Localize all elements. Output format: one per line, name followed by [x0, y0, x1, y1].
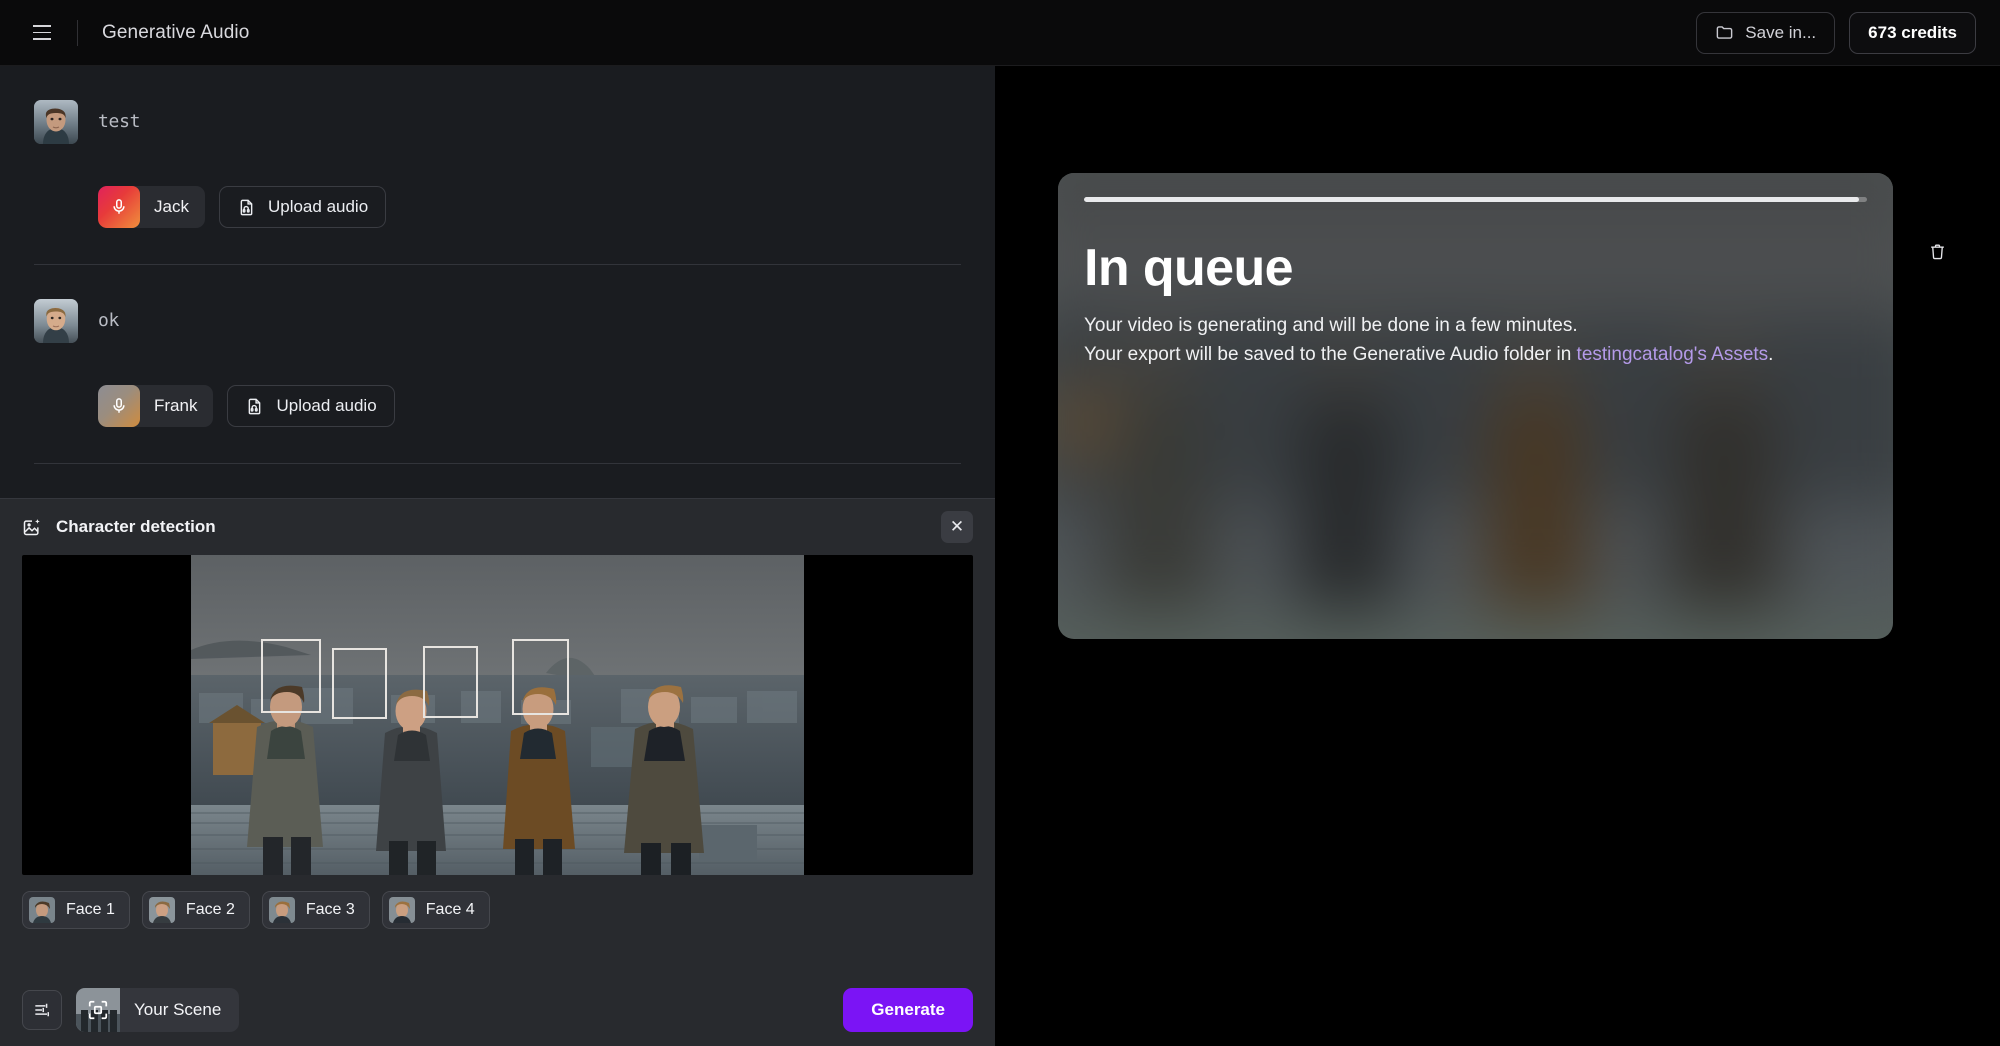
microphone-icon	[98, 186, 140, 228]
progress-bar-fill	[1084, 197, 1860, 202]
bottom-action-bar: Your Scene Generate	[0, 974, 995, 1046]
script-list: test Jack Upload audio ok Frank Upload a…	[0, 66, 995, 498]
close-icon[interactable]: ✕	[941, 511, 973, 543]
credits-button[interactable]: 673 credits	[1849, 11, 1976, 54]
scene-thumbnail	[76, 988, 120, 1032]
face-chip-label: Face 4	[425, 901, 475, 918]
script-line-text[interactable]: ok	[98, 299, 119, 331]
voice-chip[interactable]: Frank	[98, 385, 214, 427]
face-chip[interactable]: Face 4	[381, 891, 490, 929]
toolbar-divider	[77, 19, 78, 46]
audio-file-icon	[249, 398, 261, 414]
preview-overlay: In queue Your video is generating and wi…	[1058, 173, 1893, 639]
avatar-face-image	[34, 299, 78, 343]
status-line-2: Your export will be saved to the Generat…	[1084, 341, 1867, 370]
status-line-1: Your video is generating and will be don…	[1084, 315, 1578, 336]
face-thumbnail	[29, 897, 55, 923]
status-title: In queue	[1084, 239, 1294, 297]
avatar[interactable]	[34, 299, 78, 343]
video-preview-card[interactable]: In queue Your video is generating and wi…	[1058, 173, 1893, 639]
image-sparkle-icon	[23, 519, 40, 536]
delete-generation-button[interactable]	[1920, 234, 1954, 268]
status-line-2-prefix: Your export will be saved to the Generat…	[1084, 343, 1577, 365]
settings-button[interactable]	[22, 990, 62, 1030]
voice-name-label: Frank	[154, 396, 198, 415]
character-detection-header: Character detection ✕	[0, 499, 995, 555]
scene-selector-chip[interactable]: Your Scene	[76, 988, 240, 1032]
upload-audio-button[interactable]: Upload audio	[218, 186, 387, 228]
script-row: test Jack Upload audio	[34, 66, 961, 265]
left-editor-panel: test Jack Upload audio ok Frank Upload a…	[0, 66, 995, 1046]
credits-label: 673 credits	[1868, 22, 1957, 42]
trash-icon	[1930, 243, 1944, 259]
audio-file-icon	[240, 199, 253, 215]
folder-icon	[1716, 26, 1733, 39]
upload-audio-label: Upload audio	[276, 396, 377, 415]
microphone-icon	[98, 385, 140, 427]
face-chip-label: Face 1	[66, 901, 115, 918]
avatar-face-image	[34, 100, 78, 144]
face-detection-box[interactable]	[512, 639, 569, 715]
face-thumbnail	[148, 897, 175, 923]
face-detection-box[interactable]	[423, 646, 478, 718]
script-row-header: test	[34, 100, 961, 144]
sliders-icon	[35, 1003, 49, 1017]
face-chip[interactable]: Face 3	[261, 891, 370, 929]
voice-chip[interactable]: Jack	[98, 186, 205, 228]
top-bar-actions: Save in... 673 credits	[1696, 11, 1976, 54]
character-detection-panel: Character detection ✕ Face 1 Face 2 Face…	[0, 498, 995, 1046]
top-bar: Generative Audio Save in... 673 credits	[0, 0, 2000, 66]
status-description: Your video is generating and will be don…	[1084, 312, 1867, 369]
page-title: Generative Audio	[102, 21, 250, 43]
scene-image	[191, 555, 804, 875]
save-in-label: Save in...	[1745, 22, 1817, 42]
avatar[interactable]	[34, 100, 78, 144]
script-line-text[interactable]: test	[98, 100, 140, 132]
face-detection-box[interactable]	[332, 648, 387, 719]
face-chip[interactable]: Face 2	[141, 891, 250, 929]
generate-button[interactable]: Generate	[843, 988, 973, 1032]
face-detection-box[interactable]	[261, 639, 321, 713]
face-chip-list: Face 1 Face 2 Face 3 Face 4	[0, 875, 995, 929]
preview-area: In queue Your video is generating and wi…	[995, 66, 2000, 1046]
voice-name-label: Jack	[154, 197, 189, 216]
face-chip[interactable]: Face 1	[22, 891, 130, 929]
save-in-button[interactable]: Save in...	[1696, 11, 1836, 54]
status-line-2-suffix: .	[1768, 343, 1774, 365]
divider	[34, 463, 961, 464]
assets-link[interactable]: testingcatalog's Assets	[1577, 344, 1769, 365]
upload-audio-label: Upload audio	[267, 197, 369, 216]
scene-image-preview[interactable]	[22, 555, 973, 875]
character-detection-title: Character detection	[56, 517, 216, 536]
progress-bar	[1084, 197, 1867, 202]
face-chip-label: Face 2	[185, 901, 235, 918]
crop-frame-icon	[88, 1000, 108, 1020]
upload-audio-button[interactable]: Upload audio	[227, 385, 395, 427]
script-row-controls: Frank Upload audio	[98, 385, 961, 427]
scene-label: Your Scene	[134, 1000, 222, 1019]
face-chip-label: Face 3	[305, 901, 355, 918]
script-row: ok Frank Upload audio	[34, 265, 961, 464]
face-thumbnail	[388, 897, 415, 923]
hamburger-menu-icon[interactable]	[24, 15, 60, 51]
face-thumbnail	[268, 897, 295, 923]
script-row-header: ok	[34, 299, 961, 343]
script-row-controls: Jack Upload audio	[98, 186, 961, 228]
